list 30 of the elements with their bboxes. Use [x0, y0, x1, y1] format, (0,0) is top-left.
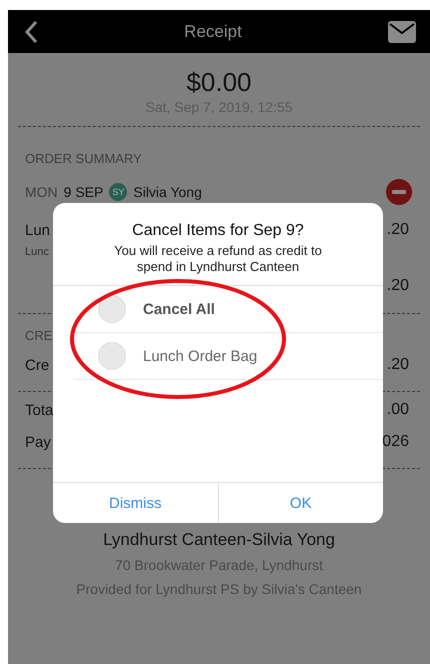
subtotal-amount: .20 — [386, 277, 409, 295]
dialog-message: You will receive a refund as credit to spend in Lyndhurst Canteen — [113, 243, 323, 275]
remove-icon[interactable] — [386, 179, 412, 205]
order-date: 9 SEP — [64, 184, 104, 200]
option-item[interactable]: Cancel All — [73, 286, 383, 333]
row-label: Tota — [25, 402, 54, 418]
screen-title: Receipt — [184, 22, 242, 42]
back-icon[interactable] — [24, 20, 38, 44]
option-item[interactable]: Lunch Order Bag — [73, 333, 383, 380]
row-amount: .00 — [386, 401, 409, 419]
row-label: Lun — [25, 222, 50, 238]
receipt-total: $0.00 — [186, 66, 252, 98]
dialog-button[interactable]: Dismiss — [53, 483, 218, 523]
section-title: CRE — [25, 328, 52, 342]
radio-button[interactable] — [98, 295, 126, 323]
mail-icon[interactable] — [388, 20, 416, 42]
dialog-button[interactable]: OK — [218, 483, 383, 523]
item-detail: Lunc — [25, 246, 49, 258]
row-amount: 026 — [382, 433, 409, 451]
order-day: MON — [25, 184, 58, 200]
radio-button[interactable] — [98, 342, 126, 370]
canteen-name: Lyndhurst Canteen-Silvia Yong — [103, 529, 335, 551]
row-amount: .20 — [386, 221, 409, 239]
section-title: ORDER SUMMARY — [25, 150, 142, 168]
dialog-title: Cancel Items for Sep 9? — [132, 221, 304, 241]
avatar-initials: SY — [109, 183, 128, 201]
student-name: Silvia Yong — [133, 184, 203, 200]
row-label: Pay — [25, 434, 51, 450]
row-amount: .20 — [386, 356, 409, 374]
row-label: Cre — [25, 356, 50, 374]
